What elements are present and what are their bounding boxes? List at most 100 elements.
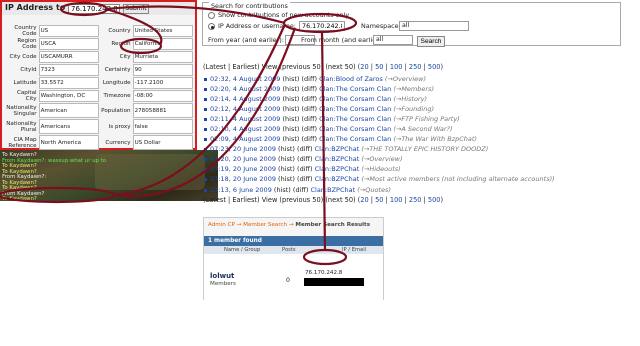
contribution-time-link[interactable]: 02:10, 4 August 2009 [210, 125, 280, 133]
contribution-hist-link[interactable]: (hist) [280, 125, 301, 133]
ip-info-value: -117.2100 [132, 77, 193, 89]
contribution-time-link[interactable]: 07:20, 20 June 2009 [210, 155, 276, 163]
contribution-comment: (→History) [393, 95, 427, 104]
contribution-page-link[interactable]: Clan:The Corsam Clan [319, 95, 391, 103]
pagination-count-link[interactable]: 250 [409, 196, 422, 204]
ip-info-label: CityId [20, 67, 37, 73]
contribution-page-link[interactable]: Clan:The Corsam Clan [319, 115, 391, 123]
contribution-page-link[interactable]: Clan:BZPChat [310, 186, 355, 194]
contribution-time-link[interactable]: 02:14, 4 August 2009 [210, 95, 280, 103]
pagination-count-link[interactable]: 100 [390, 196, 403, 204]
contribution-hist-link[interactable]: (hist) [280, 105, 301, 113]
contribution-hist-link[interactable]: (hist) [272, 186, 293, 194]
contribution-time-link[interactable]: 02:09, 4 August 2009 [210, 135, 280, 143]
contribution-page-link[interactable]: Clan:BZPChat [315, 175, 360, 183]
contribution-comment: (→Overview) [361, 155, 403, 164]
breadcrumb-separator: → [236, 222, 242, 228]
ip-info-value: 278058881 [132, 103, 193, 118]
contribution-page-link[interactable]: Clan:Blood of Zaros [319, 75, 383, 83]
contribution-comment: (→Most active members (not including alt… [361, 175, 555, 184]
ip-username-radio[interactable] [208, 23, 215, 30]
contribution-item: 02:32, 4 August 2009 (hist) (diff) Clan:… [203, 75, 628, 85]
breadcrumb: Admin CP → Member Search → Member Search… [208, 222, 370, 228]
contribution-hist-link[interactable]: (hist) [280, 75, 301, 83]
pagination-count-link[interactable]: 100 [390, 63, 403, 71]
ip-info-label: City Code [9, 54, 37, 60]
contribution-time-link[interactable]: 02:20, 4 August 2009 [210, 85, 280, 93]
namespace-select[interactable]: all [399, 21, 469, 31]
contribution-time-link[interactable]: 23:13, 6 June 2009 [210, 186, 272, 194]
ip-info-label: Population [101, 107, 131, 114]
contribution-item: 23:13, 6 June 2009 (hist) (diff) Clan:BZ… [203, 186, 628, 196]
ip-info-value: -08:00 [132, 90, 193, 102]
ip-info-row: Nationality Plural Americans Is proxy false [5, 119, 193, 134]
contribution-diff-link[interactable]: (diff) [297, 155, 315, 163]
namespace-label: Namespace: [361, 22, 401, 30]
ip-info-label: Longitude [102, 80, 131, 86]
contribution-page-link[interactable]: Clan:BZPChat [315, 165, 360, 173]
contribution-diff-link[interactable]: (diff) [302, 85, 320, 93]
contribution-comment: (→Members) [393, 85, 434, 94]
ip-info-value: false [132, 119, 193, 134]
contribution-hist-link[interactable]: (hist) [276, 165, 297, 173]
contribution-time-link[interactable]: 07:23, 20 June 2009 [210, 145, 276, 153]
contribution-page-link[interactable]: Clan:The Corsam Clan [319, 85, 391, 93]
ip-info-label: Nationality Plural [6, 120, 37, 133]
contribution-page-link[interactable]: Clan:BZPChat [315, 155, 360, 163]
breadcrumb-admin-cp[interactable]: Admin CP [208, 222, 235, 228]
contribution-page-link[interactable]: Clan:The Corsam Clan [319, 125, 391, 133]
contribution-page-link[interactable]: Clan:BZPChat [315, 145, 360, 153]
contribution-comment: (→FTP Fishing Party) [393, 115, 460, 124]
contribution-diff-link[interactable]: (diff) [302, 115, 320, 123]
member-name-link[interactable]: lolwut [210, 272, 234, 280]
ip-info-label: City [119, 54, 131, 60]
contribution-diff-link[interactable]: (diff) [297, 175, 315, 183]
contribution-hist-link[interactable]: (hist) [280, 115, 301, 123]
redacted-email [304, 278, 364, 286]
ip-info-label: Capital City [16, 90, 37, 102]
pagination-count-link[interactable]: 500 [428, 63, 441, 71]
breadcrumb-member-search[interactable]: Member Search [243, 222, 287, 228]
contribution-hist-link[interactable]: (hist) [276, 155, 297, 163]
ip-info-label: Region [111, 41, 131, 47]
contribution-hist-link[interactable]: (hist) [280, 95, 301, 103]
pagination-count-link[interactable]: 500 [428, 196, 441, 204]
contribution-time-link[interactable]: 02:32, 4 August 2009 [210, 75, 280, 83]
pagination-count-link[interactable]: 20 [360, 63, 368, 71]
contribution-diff-link[interactable]: (diff) [302, 125, 320, 133]
results-count-bar: 1 member found [204, 236, 383, 246]
contribution-diff-link[interactable]: (diff) [302, 75, 320, 83]
submit-button[interactable]: Submit [123, 4, 149, 14]
contribution-diff-link[interactable]: (diff) [293, 186, 311, 194]
search-contributions-form: Search for contributions Show contributi… [202, 2, 621, 47]
pagination-count-link[interactable]: 250 [409, 63, 422, 71]
ip-info-value: Washington, DC [38, 90, 99, 102]
contribution-time-link[interactable]: 07:18, 20 June 2009 [210, 175, 276, 183]
ip-info-label: Timezone [103, 93, 131, 99]
contribution-diff-link[interactable]: (diff) [302, 95, 320, 103]
search-button[interactable]: Search [417, 36, 445, 47]
contribution-page-link[interactable]: Clan:The Corsam Clan [319, 105, 391, 113]
contribution-diff-link[interactable]: (diff) [297, 145, 315, 153]
new-accounts-label: Show contributions of new accounts only [218, 11, 350, 19]
new-accounts-radio[interactable] [208, 12, 215, 19]
contribution-item: 02:14, 4 August 2009 (hist) (diff) Clan:… [203, 95, 628, 105]
contribution-time-link[interactable]: 07:19, 20 June 2009 [210, 165, 276, 173]
contribution-time-link[interactable]: 02:11, 4 August 2009 [210, 115, 280, 123]
game-scenery [95, 154, 205, 190]
contribution-hist-link[interactable]: (hist) [276, 175, 297, 183]
contribution-diff-link[interactable]: (diff) [302, 105, 320, 113]
ip-username-input[interactable] [299, 21, 345, 31]
contribution-diff-link[interactable]: (diff) [302, 135, 320, 143]
contribution-item: 02:12, 4 August 2009 (hist) (diff) Clan:… [203, 105, 628, 115]
contribution-hist-link[interactable]: (hist) [276, 145, 297, 153]
contribution-hist-link[interactable]: (hist) [280, 85, 301, 93]
contribution-time-link[interactable]: 02:12, 4 August 2009 [210, 105, 280, 113]
ip-address-input[interactable] [68, 4, 120, 14]
pagination-count-link[interactable]: 20 [360, 196, 368, 204]
contribution-page-link[interactable]: Clan:The Corsam Clan [319, 135, 391, 143]
from-year-label: From year (and earlier): [208, 36, 284, 44]
contribution-diff-link[interactable]: (diff) [297, 165, 315, 173]
contribution-hist-link[interactable]: (hist) [280, 135, 301, 143]
from-month-select[interactable]: all [373, 35, 413, 45]
